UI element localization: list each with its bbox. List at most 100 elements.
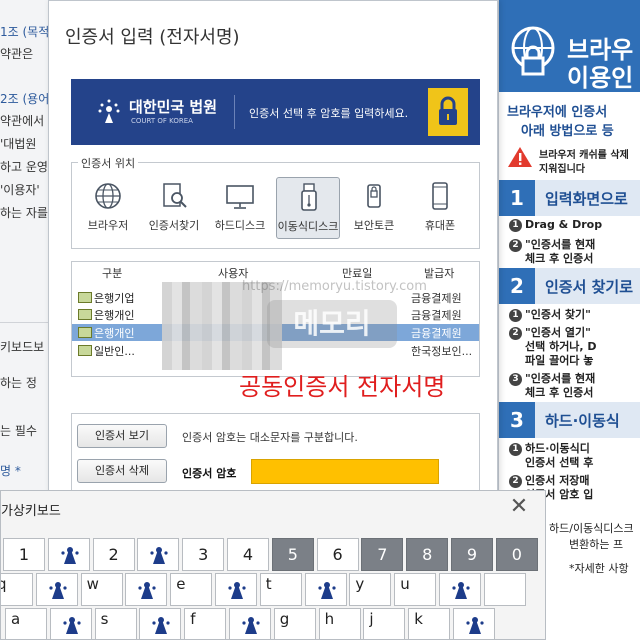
- password-label: 인증서 암호: [182, 467, 237, 480]
- help-warning: 지워집니다: [539, 164, 585, 175]
- key-g[interactable]: g: [273, 608, 316, 639]
- step-number: 3: [509, 372, 522, 386]
- bg-line: 는 필수: [0, 424, 37, 438]
- section-title: 인증서 찾기로: [545, 278, 634, 296]
- dummy-key-court-icon[interactable]: [453, 608, 495, 639]
- virtual-keyboard: 가상키보드 ✕ 1 2 3 4 5 6 7 8 9 0 q w e t y u a s f g h j k: [0, 490, 546, 640]
- help-intro: 브라우저에 인증서: [507, 105, 608, 120]
- location-removable-disk[interactable]: 이동식디스크: [276, 177, 340, 239]
- location-phone[interactable]: 휴대폰: [408, 177, 472, 239]
- location-security-token[interactable]: 보안토큰: [342, 177, 406, 239]
- bg-line: 명 *: [0, 464, 21, 478]
- key-label: y: [355, 575, 365, 593]
- help-header: 브라우 이용인: [499, 0, 640, 92]
- key-blank[interactable]: [483, 573, 526, 606]
- key-9[interactable]: 9: [451, 538, 493, 571]
- location-hard-disk[interactable]: 하드디스크: [208, 177, 272, 239]
- key-y[interactable]: y: [349, 573, 392, 606]
- delete-certificate-button[interactable]: 인증서 삭제: [77, 459, 167, 483]
- key-8[interactable]: 8: [406, 538, 449, 571]
- step-text: Drag & Drop: [525, 218, 603, 231]
- bg-line: 1조 (목적: [0, 25, 50, 39]
- dummy-key-court-icon[interactable]: [49, 608, 92, 639]
- key-label: s: [100, 610, 109, 628]
- help-step-cont: 인증서 선택 후: [525, 456, 594, 469]
- key-k[interactable]: k: [408, 608, 451, 639]
- key-u[interactable]: u: [394, 573, 437, 606]
- court-figure-icon: [147, 544, 171, 568]
- court-figure-icon: [135, 579, 159, 603]
- key-6[interactable]: 6: [316, 538, 359, 571]
- court-name: 대한민국 법원: [129, 98, 218, 116]
- location-label: 인증서찾기: [148, 219, 200, 232]
- banner-divider: [234, 95, 235, 129]
- step-number: 1: [509, 308, 522, 322]
- key-3[interactable]: 3: [182, 538, 225, 571]
- key-2[interactable]: 2: [92, 538, 135, 571]
- dummy-key-court-icon[interactable]: [137, 538, 180, 571]
- key-label: 7: [377, 545, 388, 564]
- help-section-1: 1 입력화면으로: [499, 180, 640, 216]
- dummy-key-court-icon[interactable]: [229, 608, 271, 639]
- key-label: g: [279, 610, 290, 628]
- monitor-icon: [226, 185, 254, 209]
- court-logo-icon: [98, 99, 120, 123]
- watermark-url: https://memoryu.tistory.com: [242, 279, 427, 294]
- bg-line: 약관은: [0, 47, 34, 61]
- dummy-key-court-icon[interactable]: [139, 608, 182, 639]
- certificate-icon: [78, 327, 92, 338]
- key-label: 0: [511, 545, 522, 564]
- key-j[interactable]: j: [363, 608, 406, 639]
- location-cert-search[interactable]: 인증서찾기: [142, 177, 206, 239]
- step-number: 2: [509, 326, 522, 340]
- court-figure-icon: [239, 614, 263, 638]
- key-q[interactable]: q: [1, 573, 33, 606]
- cert-search-icon: [163, 183, 187, 208]
- help-section-3: 3 하드·이동식: [499, 402, 640, 438]
- key-7[interactable]: 7: [361, 538, 404, 571]
- key-4[interactable]: 4: [227, 538, 269, 571]
- key-label: u: [400, 575, 410, 593]
- view-certificate-button[interactable]: 인증서 보기: [77, 424, 167, 448]
- key-label: 4: [242, 545, 254, 564]
- bg-line: 하는 자를: [0, 206, 48, 220]
- step-text: "인증서 찾기": [525, 308, 591, 321]
- key-label: a: [11, 610, 21, 628]
- key-t[interactable]: t: [259, 573, 302, 606]
- key-e[interactable]: e: [170, 573, 213, 606]
- watermark-logo: 메모리: [267, 300, 397, 348]
- dummy-key-court-icon[interactable]: [35, 573, 78, 606]
- close-icon[interactable]: ✕: [507, 496, 531, 520]
- key-label: 2: [108, 545, 119, 564]
- bg-line: 키보드보: [0, 340, 45, 354]
- key-5[interactable]: 5: [271, 538, 314, 571]
- court-figure-icon: [58, 544, 82, 568]
- dummy-key-court-icon[interactable]: [304, 573, 347, 606]
- col-header-type[interactable]: 구분: [102, 265, 122, 281]
- key-label: h: [324, 610, 335, 628]
- key-h[interactable]: h: [318, 608, 361, 639]
- dummy-key-court-icon[interactable]: [47, 538, 90, 571]
- col-header-issuer[interactable]: 발급자: [424, 265, 454, 281]
- dummy-key-court-icon[interactable]: [439, 573, 481, 606]
- section-number: 1: [499, 180, 535, 216]
- key-w[interactable]: w: [80, 573, 123, 606]
- dialog-title: 인증서 입력 (전자서명): [65, 27, 240, 48]
- bg-line: 하고 운영: [0, 160, 48, 174]
- key-label: 6: [332, 545, 343, 564]
- key-s[interactable]: s: [94, 608, 137, 639]
- key-label: e: [176, 575, 186, 593]
- step-number: 1: [509, 442, 522, 456]
- step-number: 2: [509, 238, 522, 252]
- help-step: 1 Drag & Drop: [509, 218, 602, 232]
- key-0[interactable]: 0: [495, 538, 538, 571]
- dummy-key-court-icon[interactable]: [125, 573, 168, 606]
- key-a[interactable]: a: [5, 608, 47, 639]
- key-label: 5: [287, 545, 298, 564]
- dummy-key-court-icon[interactable]: [215, 573, 257, 606]
- cert-type: 일반인...: [94, 345, 135, 358]
- key-1[interactable]: 1: [3, 538, 45, 571]
- password-input[interactable]: [251, 459, 439, 484]
- key-f[interactable]: f: [184, 608, 227, 639]
- location-browser[interactable]: 브라우저: [76, 177, 140, 239]
